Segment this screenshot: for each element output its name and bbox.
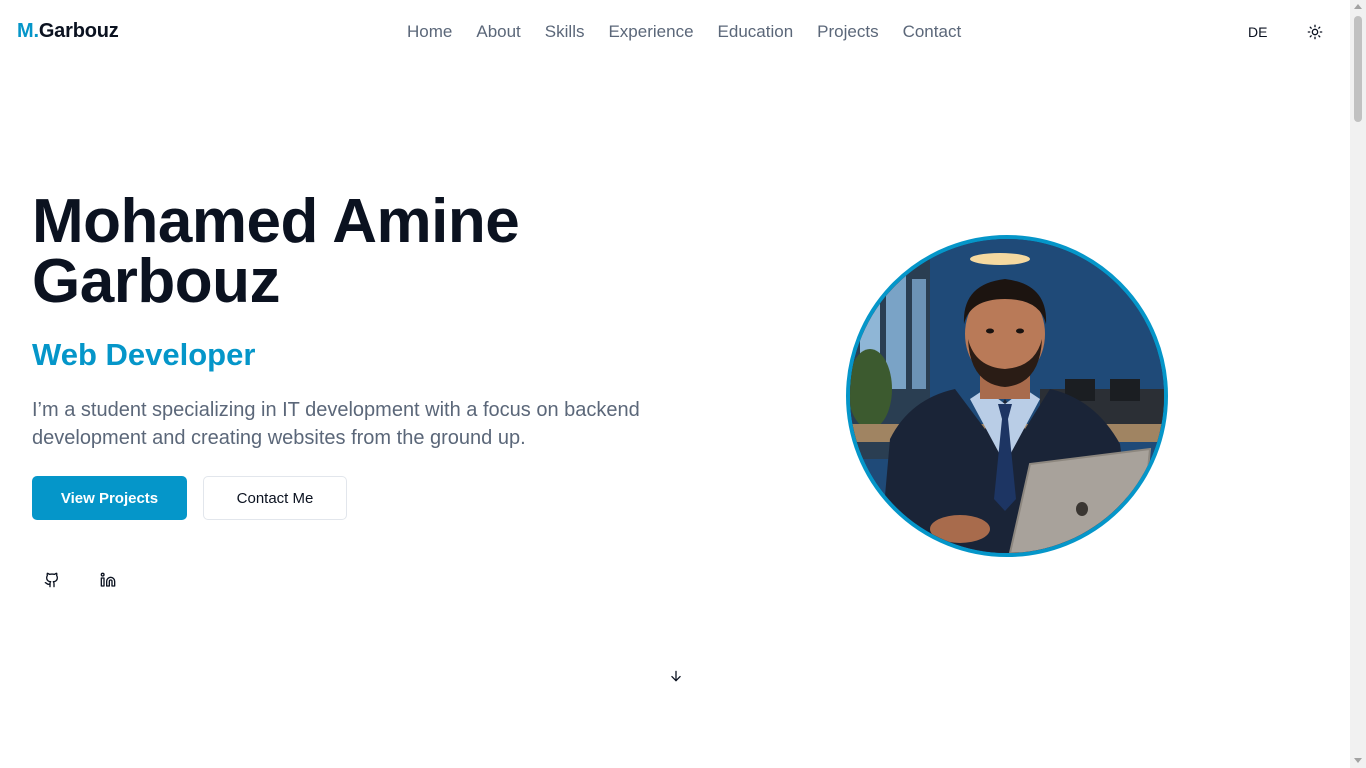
nav-skills[interactable]: Skills [533, 22, 597, 42]
nav-projects[interactable]: Projects [805, 22, 890, 42]
nav-home[interactable]: Home [395, 22, 464, 42]
view-projects-button[interactable]: View Projects [32, 476, 187, 520]
hero-name: Mohamed Amine Garbouz [32, 187, 520, 316]
nav-contact[interactable]: Contact [891, 22, 974, 42]
hero-description: I’m a student specializing in IT develop… [32, 399, 640, 449]
scroll-down-arrow-icon[interactable] [1354, 758, 1362, 763]
language-toggle[interactable]: DE [1248, 24, 1267, 40]
site-logo[interactable]: M.Garbouz [17, 20, 119, 43]
portrait-illustration [850, 239, 1164, 553]
scrollbar-thumb[interactable] [1354, 16, 1362, 122]
contact-me-button[interactable]: Contact Me [203, 476, 347, 520]
scroll-up-arrow-icon[interactable] [1354, 4, 1362, 9]
sun-icon[interactable] [1303, 20, 1327, 44]
logo-text: Garbouz [38, 20, 119, 42]
logo-accent: M. [17, 20, 39, 42]
site-header: M.Garbouz Home About Skills Experience E… [0, 0, 1350, 64]
linkedin-icon[interactable] [96, 568, 120, 592]
nav-about[interactable]: About [464, 22, 532, 42]
nav-experience[interactable]: Experience [596, 22, 705, 42]
hero-role: Web Developer [32, 337, 256, 372]
main-nav: Home About Skills Experience Education P… [395, 22, 973, 42]
profile-photo [846, 235, 1168, 557]
github-icon[interactable] [40, 568, 64, 592]
arrow-down-icon[interactable] [666, 666, 686, 686]
nav-education[interactable]: Education [706, 22, 806, 42]
page-scrollbar[interactable] [1350, 0, 1366, 768]
